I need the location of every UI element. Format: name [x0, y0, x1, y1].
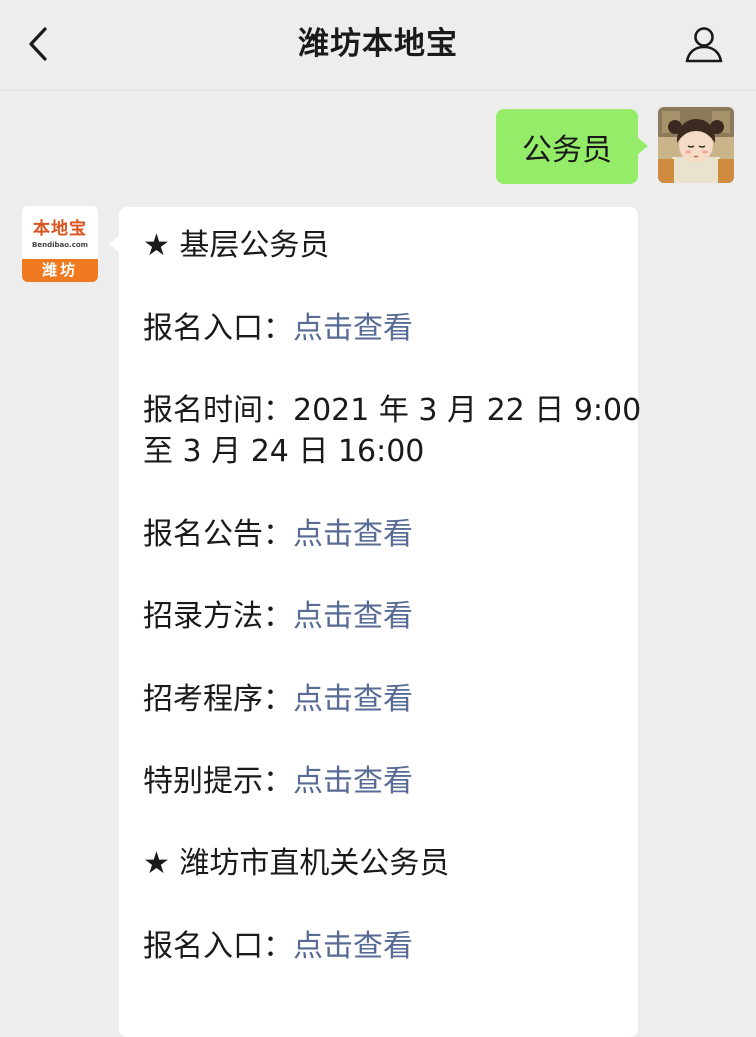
city-signup-entry-row: 报名入口：点击查看: [143, 926, 618, 968]
avatar-image: [658, 107, 734, 183]
special-tips-label: 特别提示：: [143, 764, 293, 799]
city-signup-entry-link[interactable]: 点击查看: [293, 929, 413, 964]
logo-city-label: 潍坊: [22, 259, 98, 282]
signup-notice-link[interactable]: 点击查看: [293, 517, 413, 552]
special-tips-row: 特别提示：点击查看: [143, 761, 618, 803]
signup-entry-label: 报名入口：: [143, 311, 293, 346]
logo-url: Bendibao.com: [32, 241, 88, 249]
recruit-method-label: 招录方法：: [143, 599, 293, 634]
signup-notice-label: 报名公告：: [143, 517, 293, 552]
section-title-city: ★ 潍坊市直机关公务员: [143, 846, 450, 881]
profile-button[interactable]: [682, 22, 726, 66]
exam-procedure-row: 招考程序：点击查看: [143, 679, 618, 721]
person-icon: [685, 27, 723, 63]
bot-avatar[interactable]: 本地宝 Bendibao.com 潍坊: [22, 206, 98, 282]
signup-time-line-2: 至 3 月 24 日 16:00: [143, 434, 425, 469]
exam-procedure-label: 招考程序：: [143, 682, 293, 717]
exam-procedure-link[interactable]: 点击查看: [293, 682, 413, 717]
recruit-method-link[interactable]: 点击查看: [293, 599, 413, 634]
special-tips-link[interactable]: 点击查看: [293, 764, 413, 799]
signup-time-line-1: 报名时间：2021 年 3 月 22 日 9:00: [143, 393, 642, 428]
city-signup-entry-label: 报名入口：: [143, 929, 293, 964]
page-title: 潍坊本地宝: [298, 26, 458, 62]
signup-entry-link[interactable]: 点击查看: [293, 311, 413, 346]
logo-text: 本地宝: [33, 219, 87, 239]
top-bar: 潍坊本地宝: [0, 0, 756, 91]
logo-top: 本地宝 Bendibao.com: [22, 206, 98, 260]
user-message-bubble[interactable]: 公务员: [496, 109, 648, 184]
section-title-grassroots: ★ 基层公务员: [143, 228, 330, 263]
bot-message-bubble: ★ 基层公务员 报名入口：点击查看 报名时间：2021 年 3 月 22 日 9…: [109, 207, 642, 1037]
signup-notice-row: 报名公告：点击查看: [143, 514, 618, 556]
recruit-method-row: 招录方法：点击查看: [143, 596, 618, 638]
signup-entry-row: 报名入口：点击查看: [143, 308, 618, 350]
user-avatar[interactable]: [658, 107, 734, 183]
